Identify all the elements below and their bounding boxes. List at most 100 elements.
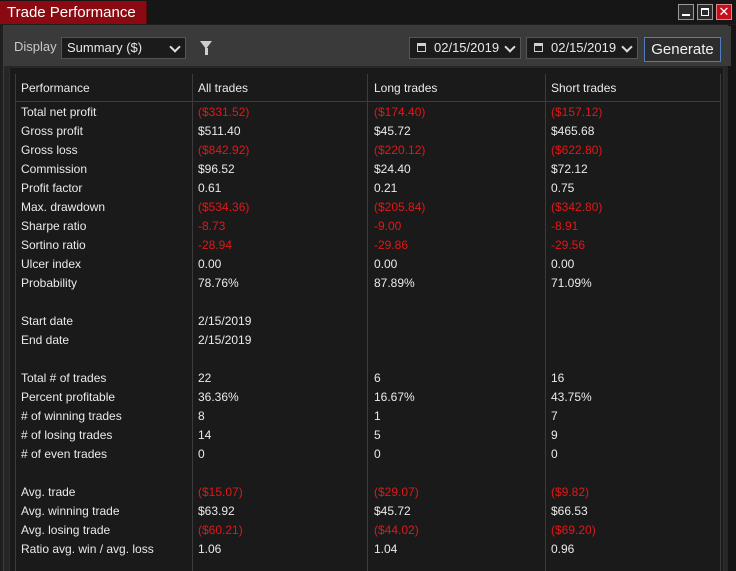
all-trades-value: 8 (198, 409, 205, 423)
column-divider (720, 74, 721, 571)
short-trades-value: 16 (551, 371, 565, 385)
short-trades-value: ($622.80) (551, 143, 603, 157)
column-divider (545, 74, 546, 571)
row-label: Percent profitable (21, 390, 116, 404)
end-date-value: 02/15/2019 (551, 40, 617, 55)
short-trades-value: -8.91 (551, 219, 579, 233)
all-trades-value: $96.52 (198, 162, 235, 176)
all-trades-value: 2/15/2019 (198, 333, 252, 347)
row-label: # of winning trades (21, 409, 122, 423)
short-trades-value: $72.12 (551, 162, 588, 176)
column-divider (15, 74, 16, 571)
long-trades-value: $45.72 (374, 124, 411, 138)
header-long-trades[interactable]: Long trades (374, 81, 437, 95)
row-label: Gross loss (21, 143, 78, 157)
row-label: # of losing trades (21, 428, 113, 442)
short-trades-value: ($342.80) (551, 200, 603, 214)
long-trades-value: ($44.02) (374, 523, 419, 537)
header-short-trades[interactable]: Short trades (551, 81, 616, 95)
short-trades-value: ($157.12) (551, 105, 603, 119)
column-divider (192, 74, 193, 571)
long-trades-value: 87.89% (374, 276, 415, 290)
all-trades-value: -28.94 (198, 238, 233, 252)
long-trades-value: 6 (374, 371, 381, 385)
short-trades-value: 0.96 (551, 542, 575, 556)
close-icon[interactable]: ✕ (716, 4, 732, 20)
all-trades-value: -8.73 (198, 219, 226, 233)
short-trades-value: 9 (551, 428, 558, 442)
row-label: Total # of trades (21, 371, 107, 385)
long-trades-value: -9.00 (374, 219, 402, 233)
long-trades-value: $24.40 (374, 162, 411, 176)
long-trades-value: 16.67% (374, 390, 415, 404)
generate-button[interactable]: Generate (644, 37, 721, 62)
chevron-down-icon (504, 41, 516, 53)
chevron-down-icon (169, 41, 181, 53)
all-trades-value: $511.40 (198, 124, 241, 138)
row-label: Sharpe ratio (21, 219, 87, 233)
all-trades-value: $63.92 (198, 504, 235, 518)
short-trades-value: 7 (551, 409, 558, 423)
short-trades-value: -29.56 (551, 238, 586, 252)
window-controls: ✕ (678, 4, 732, 20)
all-trades-value: 0.61 (198, 181, 222, 195)
maximize-icon[interactable] (697, 4, 713, 20)
display-dropdown[interactable]: Summary ($) (61, 37, 186, 59)
long-trades-value: ($174.40) (374, 105, 426, 119)
row-label: Gross profit (21, 124, 84, 138)
row-label: Sortino ratio (21, 238, 86, 252)
window-title: Trade Performance (0, 1, 147, 24)
end-date-picker[interactable]: 02/15/2019 (526, 37, 638, 59)
all-trades-value: ($15.07) (198, 485, 243, 499)
long-trades-value: 0 (374, 447, 381, 461)
short-trades-value: 0.75 (551, 181, 575, 195)
short-trades-value: 0 (551, 447, 558, 461)
calendar-icon (534, 43, 543, 52)
all-trades-value: 0.00 (198, 257, 222, 271)
row-label: Profit factor (21, 181, 83, 195)
row-label: Ulcer index (21, 257, 82, 271)
row-label: Ratio avg. win / avg. loss (21, 542, 154, 556)
long-trades-value: ($220.12) (374, 143, 426, 157)
right-edge (728, 25, 736, 571)
row-label: Commission (21, 162, 88, 176)
short-trades-value: ($69.20) (551, 523, 596, 537)
short-trades-value: ($9.82) (551, 485, 590, 499)
long-trades-value: ($205.84) (374, 200, 426, 214)
long-trades-value: 1 (374, 409, 381, 423)
all-trades-value: ($842.92) (198, 143, 250, 157)
start-date-picker[interactable]: 02/15/2019 (409, 37, 521, 59)
row-label: Avg. winning trade (21, 504, 120, 518)
chevron-down-icon (621, 41, 633, 53)
all-trades-value: 36.36% (198, 390, 239, 404)
column-divider (367, 74, 368, 571)
all-trades-value: 78.76% (198, 276, 239, 290)
all-trades-value: 14 (198, 428, 212, 442)
row-label: Total net profit (21, 105, 97, 119)
all-trades-value: ($331.52) (198, 105, 250, 119)
short-trades-value: 43.75% (551, 390, 592, 404)
all-trades-value: ($534.36) (198, 200, 250, 214)
header-all-trades[interactable]: All trades (198, 81, 248, 95)
short-trades-value: 0.00 (551, 257, 575, 271)
row-label: Start date (21, 314, 74, 328)
row-label: Avg. losing trade (21, 523, 111, 537)
all-trades-value: 1.06 (198, 542, 222, 556)
long-trades-value: -29.86 (374, 238, 409, 252)
header-performance[interactable]: Performance (21, 81, 90, 95)
toolbar: Display Summary ($) 02/15/2019 02/15/201… (4, 26, 731, 66)
all-trades-value: 2/15/2019 (198, 314, 252, 328)
long-trades-value: 0.21 (374, 181, 398, 195)
calendar-icon (417, 43, 426, 52)
row-label: # of even trades (21, 447, 108, 461)
long-trades-value: 0.00 (374, 257, 398, 271)
minimize-icon[interactable] (678, 4, 694, 20)
short-trades-value: 71.09% (551, 276, 592, 290)
all-trades-value: 22 (198, 371, 212, 385)
long-trades-value: 1.04 (374, 542, 398, 556)
long-trades-value: $45.72 (374, 504, 411, 518)
long-trades-value: 5 (374, 428, 381, 442)
display-label: Display (14, 39, 57, 54)
short-trades-value: $66.53 (551, 504, 588, 518)
all-trades-value: ($60.21) (198, 523, 243, 537)
